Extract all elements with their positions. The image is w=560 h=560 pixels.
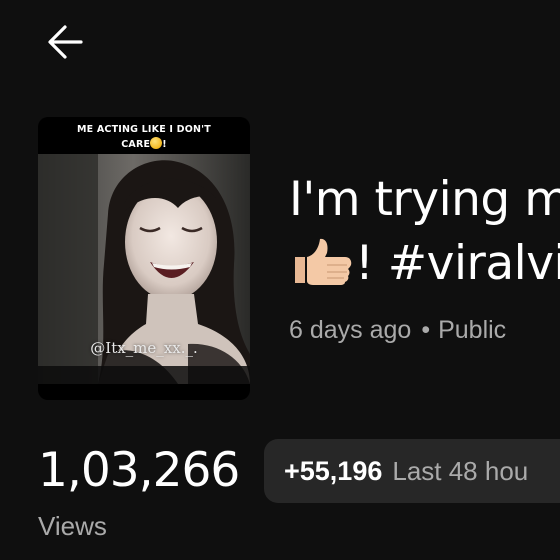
video-analytics-screen: ME ACTING LIKE I DON'T CARE! @Itx_me_xx.… [0,0,560,560]
thumbnail-watermark: @Itx_me_xx._. [90,339,198,357]
thumbnail-caption-line2: CARE! [38,137,250,152]
video-thumbnail[interactable]: ME ACTING LIKE I DON'T CARE! @Itx_me_xx.… [38,117,250,400]
video-title[interactable]: I'm trying m ! #viralvi [289,168,560,296]
recent-views-delta: +55,196 [284,455,383,486]
arrow-left-icon [48,25,83,59]
video-meta: 6 days ago • Public [289,316,506,345]
back-button[interactable] [36,18,94,66]
thumbnail-caption-word: CARE [121,139,151,150]
recent-views-period: Last 48 hou [392,455,529,486]
visibility-status: Public [438,316,507,344]
video-title-line2-wrap: ! #viralvi [289,232,560,296]
views-label: Views [38,511,107,541]
smiling-face-icon [150,137,163,149]
video-title-line2: ! #viralvi [355,236,560,291]
thumbnail-caption-suffix: ! [162,139,167,150]
thumbs-up-icon [295,238,352,285]
recent-views-chip[interactable]: +55,196 Last 48 hou [264,439,560,503]
video-title-line1: I'm trying m [289,172,560,227]
upload-age: 6 days ago [289,316,412,344]
views-count: 1,03,266 [38,443,240,498]
thumbnail-caption-line1: ME ACTING LIKE I DON'T [77,124,211,135]
meta-separator: • [421,316,431,344]
thumbnail-caption: ME ACTING LIKE I DON'T CARE! [38,123,250,152]
